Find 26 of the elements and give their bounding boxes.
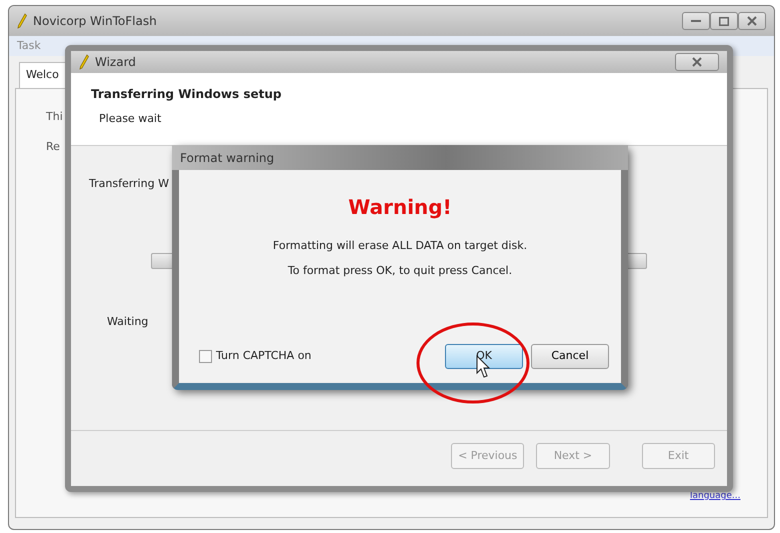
status-label: Waiting — [107, 314, 150, 330]
tab[interactable]: Welco — [19, 62, 66, 88]
pencil-icon — [79, 54, 89, 70]
maximize-icon — [719, 16, 729, 26]
warning-message: Formatting will erase ALL DATA on target disk. — [272, 238, 528, 254]
body-text: Thi — [46, 108, 63, 124]
wizard-subheading: Please wait — [99, 111, 162, 127]
dialog-button[interactable]: Cancel — [531, 344, 609, 369]
wizard-heading: Transferring Windows setup — [91, 86, 282, 103]
dialog-title: Format warning — [180, 150, 274, 166]
minimize-button[interactable] — [682, 12, 710, 30]
language-link[interactable]: language... — [690, 490, 740, 504]
close-button[interactable] — [738, 12, 766, 30]
minimize-icon — [691, 20, 701, 22]
close-button[interactable] — [675, 53, 719, 71]
status-text: Transferring W — [89, 176, 170, 192]
window-title: Novicorp WinToFlash — [33, 13, 157, 30]
close-icon — [747, 16, 757, 26]
maximize-button[interactable] — [710, 12, 738, 30]
warning-heading: Warning! — [347, 194, 453, 221]
warning-message: To format press OK, to quit press Cancel. — [288, 262, 512, 278]
captcha-checkbox[interactable]: Turn CAPTCHA on — [199, 348, 312, 365]
pencil-icon — [17, 13, 27, 29]
close-icon — [690, 56, 704, 68]
body-text: Re — [46, 139, 60, 155]
window-title: Wizard — [95, 54, 136, 71]
